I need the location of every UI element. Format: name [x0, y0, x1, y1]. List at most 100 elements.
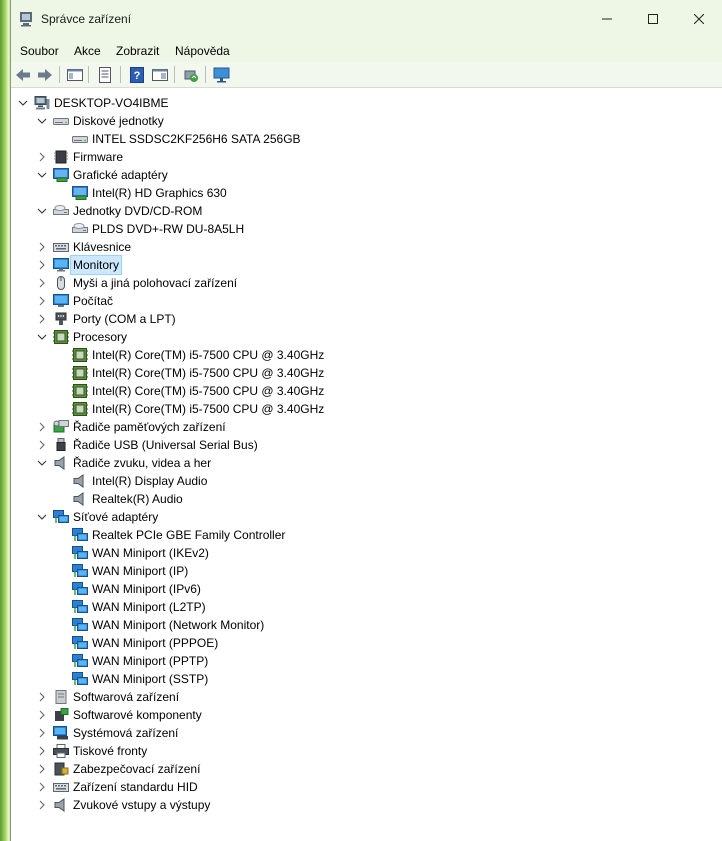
- device-item[interactable]: WAN Miniport (IP): [55, 562, 711, 580]
- system-device-icon: [53, 726, 69, 740]
- category-item[interactable]: Diskové jednotky: [36, 112, 711, 130]
- category-item[interactable]: Monitory: [36, 255, 711, 275]
- device-item[interactable]: WAN Miniport (IPv6): [55, 580, 711, 598]
- chevron-right-icon[interactable]: [36, 256, 48, 274]
- category-label: Řadiče USB (Universal Serial Bus): [73, 438, 258, 452]
- device-item[interactable]: PLDS DVD+-RW DU-8A5LH: [55, 220, 711, 238]
- device-item[interactable]: Intel(R) Core(TM) i5-7500 CPU @ 3.40GHz: [55, 346, 711, 364]
- device-label: Intel(R) Core(TM) i5-7500 CPU @ 3.40GHz: [92, 348, 325, 362]
- properties-icon[interactable]: [96, 66, 114, 83]
- speaker-icon: [72, 492, 88, 506]
- device-label: Intel(R) Display Audio: [92, 474, 208, 488]
- menu-napoveda[interactable]: Nápověda: [175, 44, 230, 58]
- device-item[interactable]: WAN Miniport (IKEv2): [55, 544, 711, 562]
- forward-icon[interactable]: [36, 66, 54, 83]
- device-item[interactable]: Intel(R) HD Graphics 630: [55, 184, 711, 202]
- category-item[interactable]: Porty (COM a LPT): [36, 310, 711, 328]
- device-item[interactable]: WAN Miniport (L2TP): [55, 598, 711, 616]
- device-item[interactable]: Intel(R) Core(TM) i5-7500 CPU @ 3.40GHz: [55, 400, 711, 418]
- close-button[interactable]: [676, 0, 722, 38]
- category-label: Síťové adaptéry: [73, 510, 159, 524]
- category-item[interactable]: Procesory: [36, 328, 711, 346]
- category-item[interactable]: Firmware: [36, 148, 711, 166]
- category-item[interactable]: Grafické adaptéry: [36, 166, 711, 184]
- processor-icon: [72, 384, 88, 398]
- category-item[interactable]: Klávesnice: [36, 238, 711, 256]
- action-pane-icon[interactable]: [151, 66, 169, 83]
- chevron-right-icon[interactable]: [36, 148, 48, 166]
- category-item[interactable]: Tiskové fronty: [36, 742, 711, 760]
- category-item[interactable]: Řadiče USB (Universal Serial Bus): [36, 436, 711, 454]
- category-item[interactable]: Softwarová zařízení: [36, 688, 711, 706]
- chevron-right-icon[interactable]: [36, 436, 48, 454]
- device-item[interactable]: Intel(R) Core(TM) i5-7500 CPU @ 3.40GHz: [55, 382, 711, 400]
- network-icon: [72, 564, 88, 578]
- category-item[interactable]: Zařízení standardu HID: [36, 778, 711, 796]
- category-item[interactable]: Řadiče paměťových zařízení: [36, 418, 711, 436]
- dvd-icon: [72, 222, 88, 236]
- device-item[interactable]: WAN Miniport (SSTP): [55, 670, 711, 688]
- category-item[interactable]: Systémová zařízení: [36, 724, 711, 742]
- category-item[interactable]: Počítač: [36, 292, 711, 310]
- device-item[interactable]: INTEL SSDSC2KF256H6 SATA 256GB: [55, 130, 711, 148]
- chevron-right-icon[interactable]: [36, 238, 48, 256]
- menu-soubor[interactable]: Soubor: [20, 44, 59, 58]
- chevron-down-icon[interactable]: [17, 94, 29, 112]
- device-item[interactable]: Realtek(R) Audio: [55, 490, 711, 508]
- storage-controller-icon: [53, 420, 69, 434]
- maximize-button[interactable]: [630, 0, 676, 38]
- window-title: Správce zařízení: [41, 12, 132, 26]
- menu-zobrazit[interactable]: Zobrazit: [116, 44, 159, 58]
- menu-akce[interactable]: Akce: [74, 44, 101, 58]
- title-bar[interactable]: Správce zařízení: [11, 0, 722, 38]
- chevron-down-icon[interactable]: [36, 328, 48, 346]
- device-item[interactable]: WAN Miniport (PPTP): [55, 652, 711, 670]
- chevron-right-icon[interactable]: [36, 778, 48, 796]
- category-item[interactable]: Zvukové vstupy a výstupy: [36, 796, 711, 814]
- computer-icon: [53, 294, 69, 308]
- chevron-right-icon[interactable]: [36, 418, 48, 436]
- device-item[interactable]: Realtek PCIe GBE Family Controller: [55, 526, 711, 544]
- category-item[interactable]: Řadiče zvuku, videa a her: [36, 454, 711, 472]
- chevron-right-icon[interactable]: [36, 724, 48, 742]
- printer-icon: [53, 744, 69, 758]
- device-item[interactable]: Intel(R) Core(TM) i5-7500 CPU @ 3.40GHz: [55, 364, 711, 382]
- minimize-button[interactable]: [584, 0, 630, 38]
- chevron-right-icon[interactable]: [36, 796, 48, 814]
- chevron-down-icon[interactable]: [36, 508, 48, 526]
- category-item[interactable]: Softwarové komponenty: [36, 706, 711, 724]
- show-hide-console-tree-icon[interactable]: [66, 66, 84, 83]
- category-item[interactable]: Jednotky DVD/CD-ROM: [36, 202, 711, 220]
- chevron-down-icon[interactable]: [36, 454, 48, 472]
- chevron-right-icon[interactable]: [36, 688, 48, 706]
- category-item[interactable]: Myši a jiná polohovací zařízení: [36, 274, 711, 292]
- chevron-right-icon[interactable]: [36, 310, 48, 328]
- device-tree[interactable]: DESKTOP-VO4IBME Diskové jednotky INTEL SSD…: [11, 88, 722, 841]
- hid-icon: [53, 780, 69, 794]
- help-icon[interactable]: ?: [128, 66, 146, 83]
- network-icon: [53, 510, 69, 524]
- chevron-down-icon[interactable]: [36, 166, 48, 184]
- chevron-right-icon[interactable]: [36, 742, 48, 760]
- firmware-icon: [53, 150, 69, 164]
- chevron-right-icon[interactable]: [36, 760, 48, 778]
- chevron-right-icon[interactable]: [36, 292, 48, 310]
- toolbar: ?: [11, 62, 722, 88]
- device-item[interactable]: WAN Miniport (Network Monitor): [55, 616, 711, 634]
- category-item[interactable]: Síťové adaptéry: [36, 508, 711, 526]
- category-item[interactable]: Zabezpečovací zařízení: [36, 760, 711, 778]
- chevron-down-icon[interactable]: [36, 202, 48, 220]
- tree-root[interactable]: DESKTOP-VO4IBME: [17, 94, 711, 112]
- category-label: Počítač: [73, 294, 114, 308]
- scan-hardware-icon[interactable]: [213, 66, 231, 83]
- chevron-down-icon[interactable]: [36, 112, 48, 130]
- chevron-right-icon[interactable]: [36, 274, 48, 292]
- update-driver-icon[interactable]: [182, 66, 200, 83]
- category-label: Řadiče zvuku, videa a her: [73, 456, 212, 470]
- chevron-right-icon[interactable]: [36, 706, 48, 724]
- category-label: Zabezpečovací zařízení: [73, 762, 201, 776]
- device-item[interactable]: WAN Miniport (PPPOE): [55, 634, 711, 652]
- device-item[interactable]: Intel(R) Display Audio: [55, 472, 711, 490]
- keyboard-icon: [53, 240, 69, 254]
- back-icon[interactable]: [14, 66, 32, 83]
